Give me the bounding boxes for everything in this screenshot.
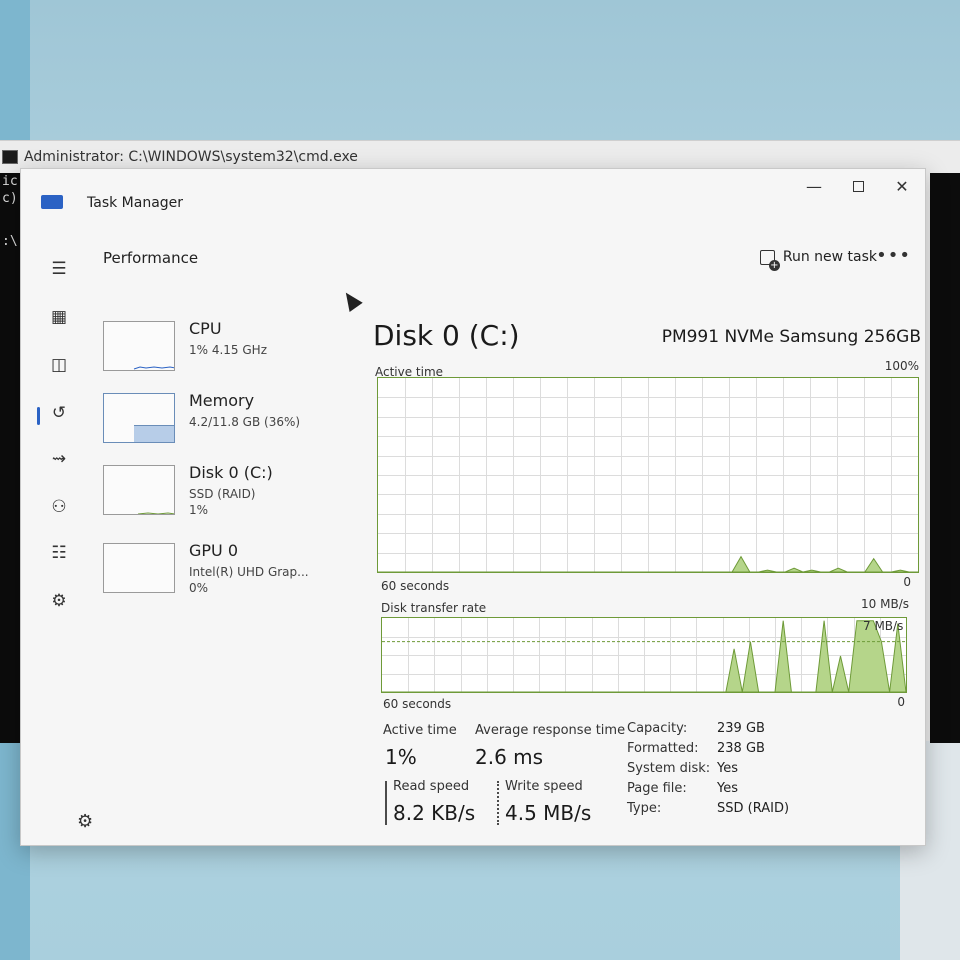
formatted-value: 238 GB [717, 741, 765, 756]
more-options-button[interactable]: ••• [876, 245, 911, 266]
formatted-key: Formatted: [627, 741, 699, 756]
cmd-right-edge [930, 173, 960, 743]
memory-usage-fill [134, 425, 174, 442]
perf-item-disk[interactable]: Disk 0 (C:) SSD (RAID) 1% [103, 463, 353, 523]
type-key: Type: [627, 801, 662, 816]
transfer-rate-duration-label: 60 seconds [383, 697, 452, 711]
transfer-rate-reference-label: 7 MB/s [863, 619, 904, 633]
settings-gear-icon[interactable]: ⚙ [77, 811, 93, 832]
active-time-chart-series-area [378, 555, 918, 572]
read-speed-indicator [385, 781, 387, 825]
processes-icon[interactable]: ▦ [45, 303, 73, 331]
capacity-value: 239 GB [717, 721, 765, 736]
run-task-icon [759, 249, 780, 271]
avg-response-label: Average response time [475, 723, 626, 738]
page-title: Performance [103, 249, 199, 267]
performance-icon[interactable]: ◫ [45, 351, 73, 379]
run-new-task-button[interactable]: Run new task [759, 249, 877, 271]
run-new-task-label: Run new task [782, 249, 877, 265]
transfer-rate-max-label: 10 MB/s [861, 597, 909, 611]
perf-item-memory[interactable]: Memory 4.2/11.8 GB (36%) [103, 391, 353, 451]
perf-item-detail: 4.2/11.8 GB (36%) [189, 415, 301, 429]
disk-title: Disk 0 (C:) [373, 319, 520, 352]
active-indicator [37, 407, 40, 425]
avg-response-value: 2.6 ms [475, 745, 544, 769]
perf-item-usage: 1% [189, 503, 209, 517]
perf-item-usage: 0% [189, 581, 209, 595]
transfer-rate-zero-label: 0 [897, 695, 905, 709]
cpu-thumbnail [103, 321, 175, 371]
system-disk-key: System disk: [627, 761, 711, 776]
read-speed-label: Read speed [393, 779, 470, 794]
perf-item-detail: Intel(R) UHD Grap... [189, 565, 309, 579]
system-disk-value: Yes [717, 761, 738, 776]
perf-item-name: GPU 0 [189, 541, 239, 560]
disk-thumbnail [103, 465, 175, 515]
active-time-max-label: 100% [884, 359, 919, 373]
perf-item-detail: SSD (RAID) [189, 487, 256, 501]
window-title: Task Manager [87, 195, 184, 211]
transfer-rate-chart-series-area [382, 620, 906, 692]
write-speed-value: 4.5 MB/s [505, 801, 592, 825]
maximize-button[interactable] [835, 171, 881, 201]
details-icon[interactable]: ☷ [45, 539, 73, 567]
disk-model: PM991 NVMe Samsung 256GB [661, 327, 921, 347]
perf-item-cpu[interactable]: CPU 1% 4.15 GHz [103, 319, 353, 379]
read-speed-value: 8.2 KB/s [393, 801, 476, 825]
hamburger-icon[interactable]: ☰ [45, 255, 73, 283]
active-time-chart-svg [378, 555, 918, 572]
transfer-rate-chart-svg [382, 620, 906, 692]
cmd-title: Administrator: C:\WINDOWS\system32\cmd.e… [24, 149, 358, 165]
page-file-value: Yes [717, 781, 738, 796]
memory-thumbnail [103, 393, 175, 443]
active-time-duration-label: 60 seconds [381, 579, 450, 593]
disk-mini-graph [137, 512, 174, 514]
gpu-thumbnail [103, 543, 175, 593]
transfer-rate-chart [381, 617, 907, 693]
page-file-key: Page file: [627, 781, 687, 796]
sidebar-nav: ☰ ▦ ◫ ↺ ⇝ ⚇ ☷ ⚙ [21, 223, 85, 843]
capacity-key: Capacity: [627, 721, 688, 736]
active-time-stat-value: 1% [385, 745, 417, 769]
perf-item-name: CPU [189, 319, 222, 338]
perf-item-name: Memory [189, 391, 255, 410]
task-manager-logo-icon [41, 195, 63, 209]
active-time-chart [377, 377, 919, 573]
maximize-icon [852, 180, 864, 192]
write-speed-indicator [497, 781, 499, 825]
users-icon[interactable]: ⚇ [45, 493, 73, 521]
close-button[interactable]: ✕ [879, 171, 925, 201]
perf-item-detail: 1% 4.15 GHz [189, 343, 268, 357]
mouse-cursor-icon [339, 288, 363, 312]
transfer-rate-chart-label: Disk transfer rate [381, 601, 487, 615]
terminal-icon [2, 150, 18, 164]
cpu-mini-graph [133, 366, 174, 370]
active-time-stat-label: Active time [383, 723, 457, 738]
services-icon[interactable]: ⚙ [45, 587, 73, 615]
minimize-button[interactable]: — [791, 171, 837, 201]
perf-item-name: Disk 0 (C:) [189, 463, 273, 482]
perf-item-gpu[interactable]: GPU 0 Intel(R) UHD Grap... 0% [103, 541, 353, 601]
type-value: SSD (RAID) [717, 801, 790, 816]
write-speed-label: Write speed [505, 779, 583, 794]
active-time-zero-label: 0 [903, 575, 911, 589]
task-manager-window: Task Manager — ✕ ☰ ▦ ◫ ↺ ⇝ ⚇ ☷ ⚙ ⚙ Perfo… [20, 168, 926, 846]
app-history-icon[interactable]: ↺ [45, 399, 73, 427]
title-bar[interactable]: Task Manager — ✕ [21, 169, 925, 223]
startup-apps-icon[interactable]: ⇝ [45, 445, 73, 473]
